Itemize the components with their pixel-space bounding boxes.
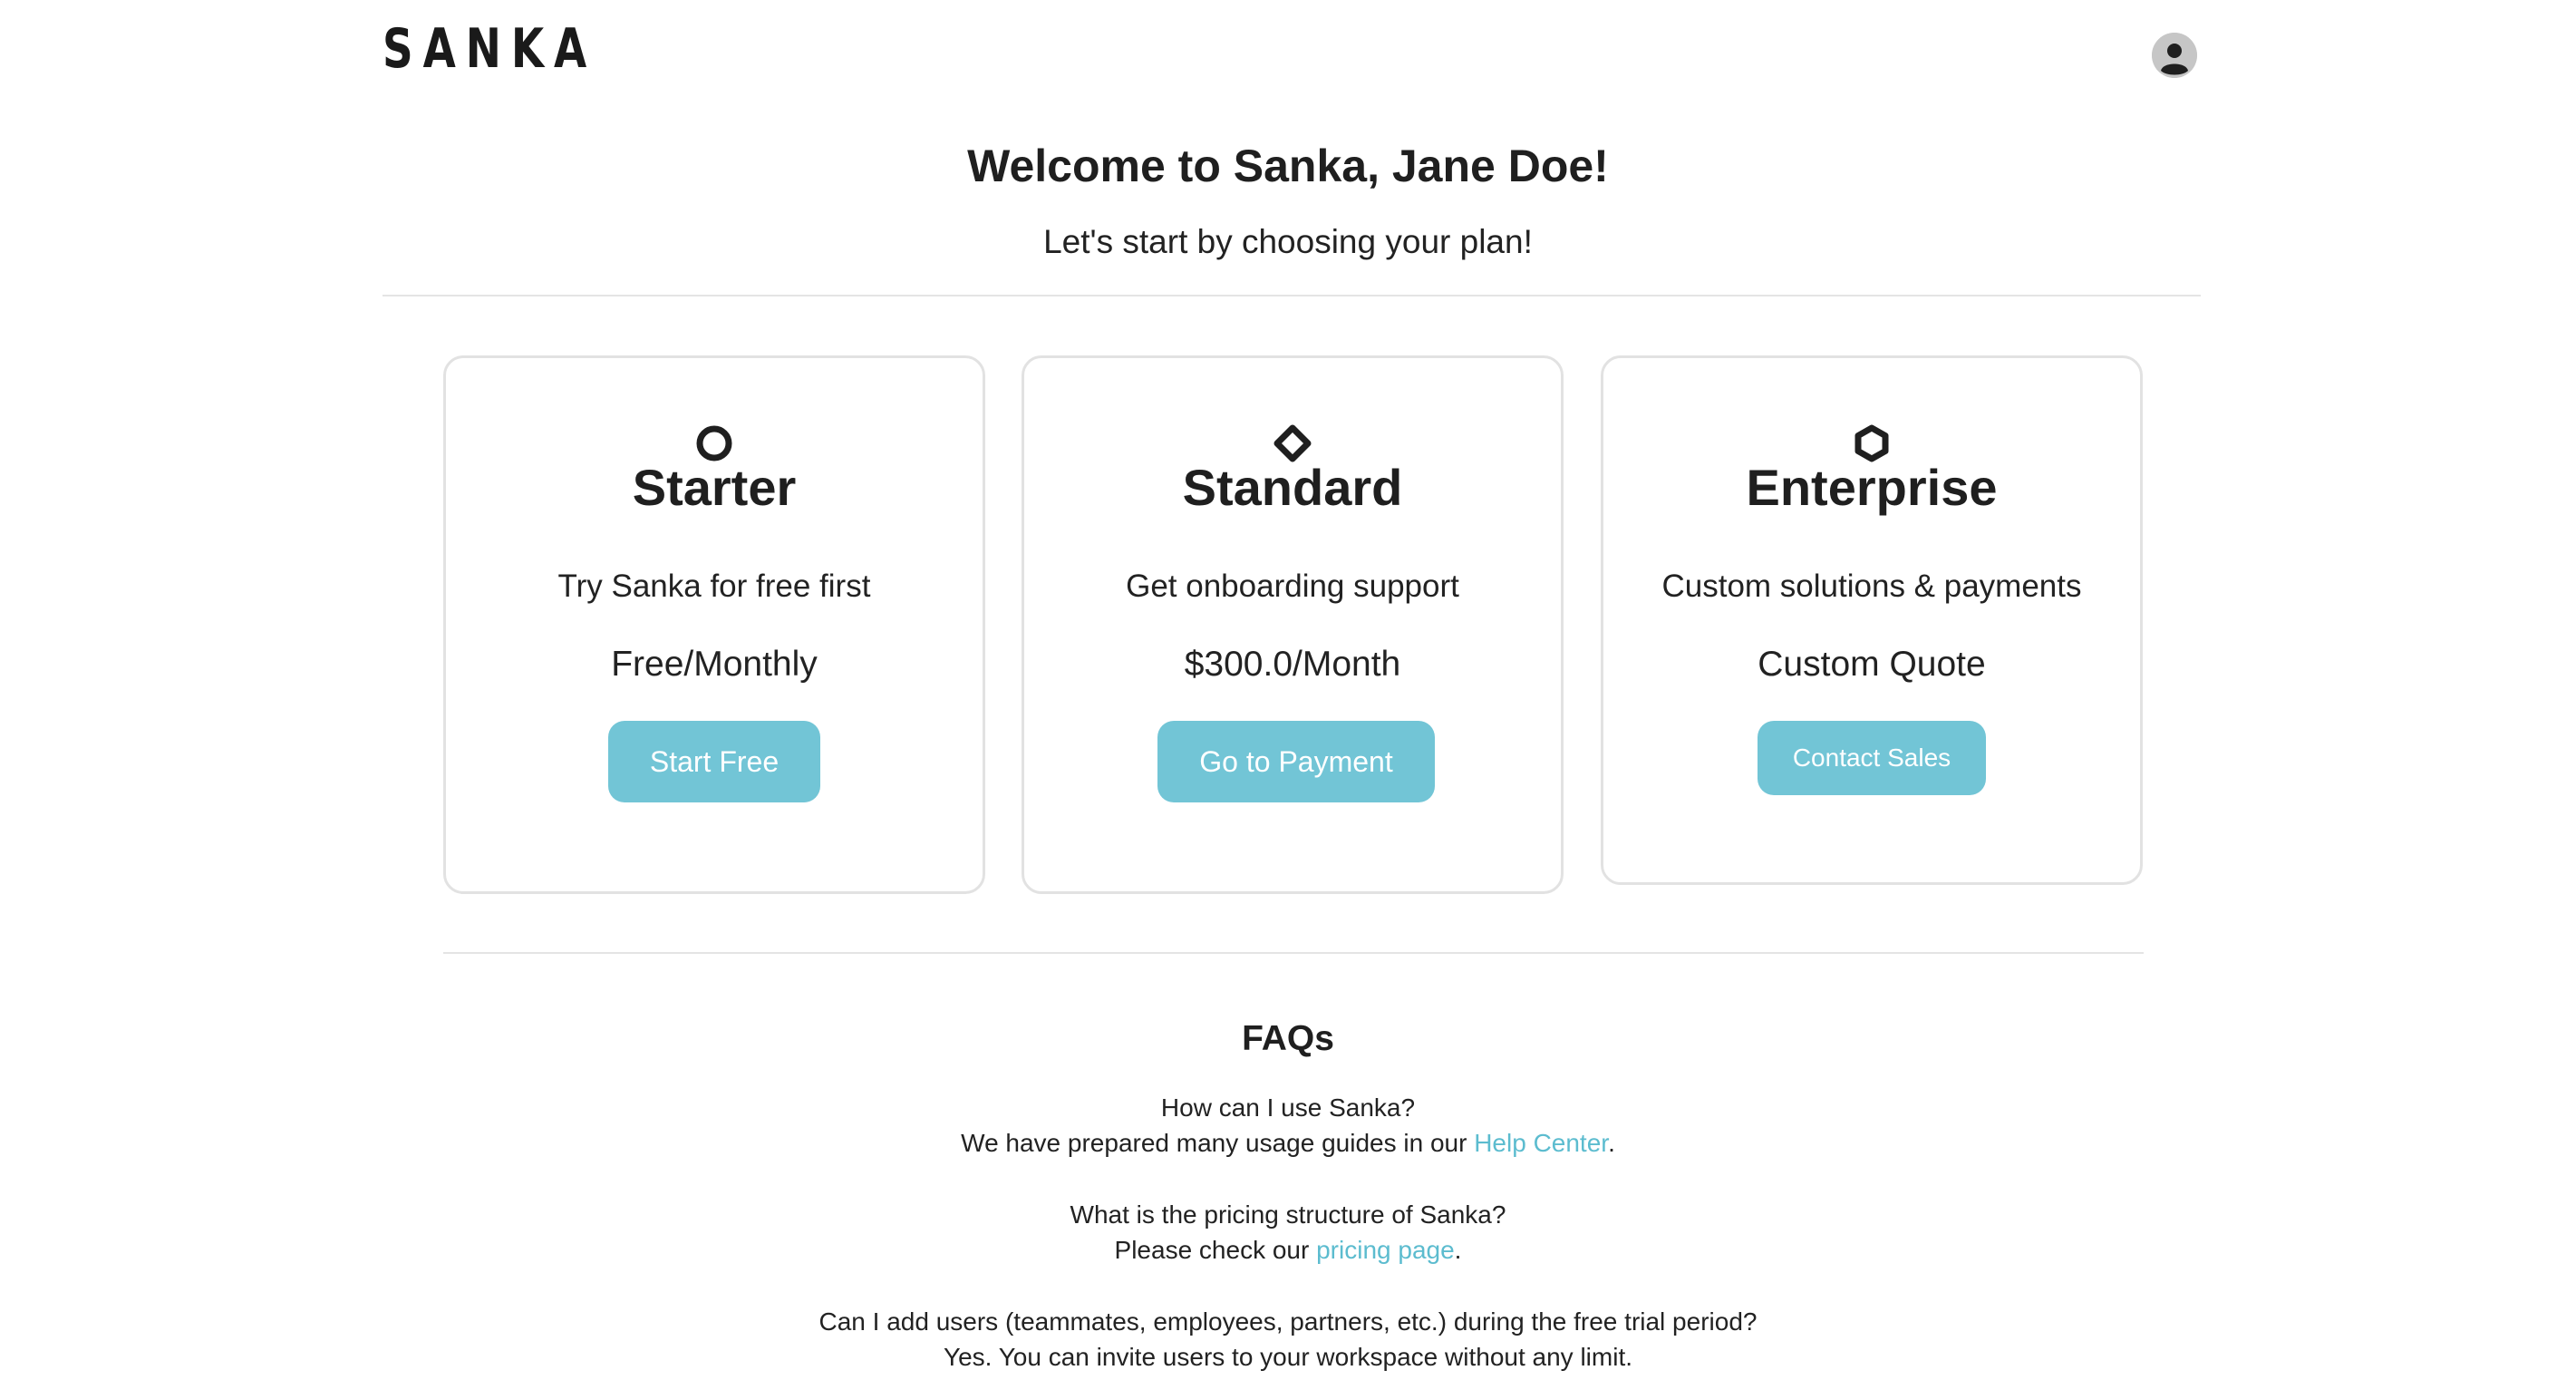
plan-description: Try Sanka for free first [557, 569, 871, 604]
plan-name: Starter [632, 459, 797, 516]
plan-price: $300.0/Month [1184, 645, 1401, 684]
faq-answer: Please check our pricing page. [0, 1238, 2576, 1263]
plan-description: Get onboarding support [1126, 569, 1459, 604]
faq-answer-suffix: . [1454, 1236, 1462, 1264]
go-to-payment-button[interactable]: Go to Payment [1157, 721, 1435, 802]
plan-name: Enterprise [1746, 459, 1998, 516]
faq-answer: Yes. You can invite users to your worksp… [943, 1343, 1633, 1371]
onboarding-page: SANKA Welcome to Sanka, Jane Doe! Let's … [0, 0, 2576, 1380]
faq-answer-suffix: . [1608, 1129, 1615, 1157]
start-free-button[interactable]: Start Free [608, 721, 820, 802]
faq-question: How can I use Sanka? [1160, 1093, 1416, 1122]
faq-answer-text: Please check our [1114, 1236, 1317, 1264]
plan-card-standard: Standard Get onboarding support $300.0/M… [1022, 355, 1564, 894]
divider [443, 952, 2144, 954]
plan-card-starter: Starter Try Sanka for free first Free/Mo… [443, 355, 985, 894]
faq-question: What is the pricing structure of Sanka? [1070, 1200, 1506, 1229]
plan-price: Custom Quote [1758, 645, 1986, 684]
faq-answer: We have prepared many usage guides in ou… [0, 1131, 2576, 1156]
sanka-logo[interactable]: SANKA [383, 22, 596, 76]
plan-card-enterprise: Enterprise Custom solutions & payments C… [1601, 355, 2143, 885]
divider [383, 295, 2201, 296]
faq-answer-text: We have prepared many usage guides in ou… [961, 1129, 1475, 1157]
plan-name: Standard [1182, 459, 1403, 516]
welcome-heading: Welcome to Sanka, Jane Doe! [967, 141, 1609, 191]
contact-sales-button[interactable]: Contact Sales [1758, 721, 1986, 795]
plan-description: Custom solutions & payments [1661, 569, 2082, 604]
pricing-page-link[interactable]: pricing page [1316, 1236, 1455, 1264]
help-center-link[interactable]: Help Center [1474, 1129, 1608, 1157]
faq-question: Can I add users (teammates, employees, p… [818, 1307, 1758, 1336]
user-avatar-icon[interactable] [2152, 33, 2197, 78]
plan-price: Free/Monthly [611, 645, 818, 684]
faq-heading: FAQs [1242, 1019, 1334, 1058]
welcome-subtitle: Let's start by choosing your plan! [1043, 223, 1533, 260]
